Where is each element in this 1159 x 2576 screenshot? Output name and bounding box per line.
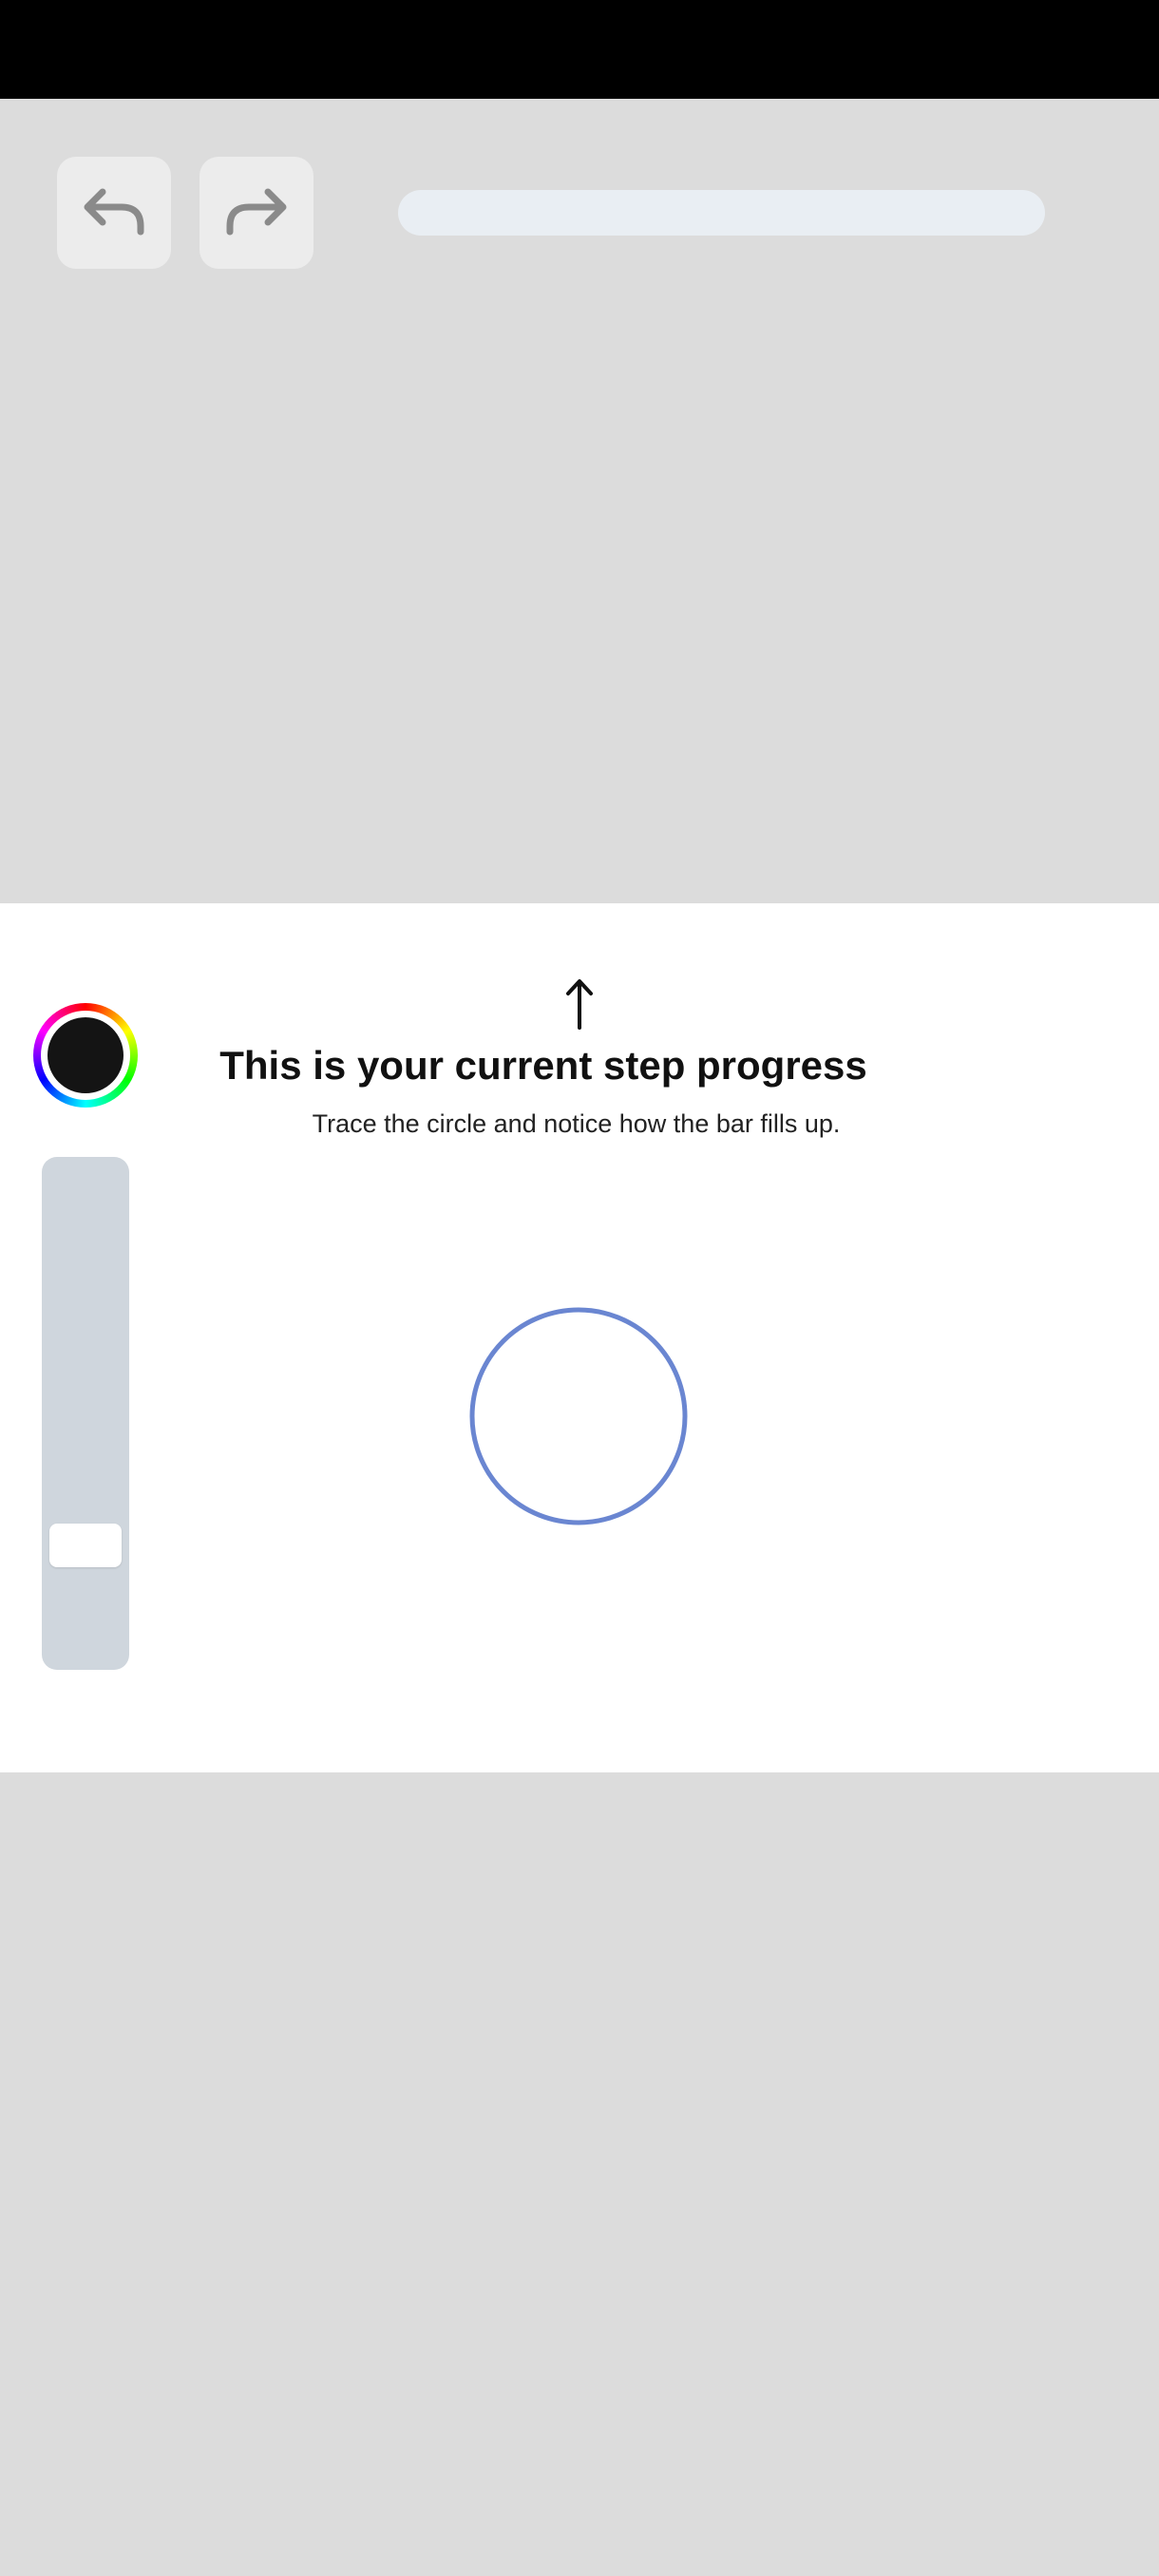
canvas-overlay-bottom bbox=[0, 1772, 1159, 2576]
tutorial-subtitle: Trace the circle and notice how the bar … bbox=[312, 1109, 841, 1138]
undo-button[interactable] bbox=[57, 157, 171, 269]
tutorial-title: This is your current step progress bbox=[219, 1043, 867, 1088]
up-arrow-icon bbox=[566, 979, 593, 1030]
slider-thumb[interactable] bbox=[49, 1523, 122, 1567]
undo-arrow-icon bbox=[84, 188, 144, 236]
status-bar bbox=[0, 0, 1159, 99]
redo-arrow-icon bbox=[226, 188, 287, 236]
trace-circle-target[interactable] bbox=[469, 1307, 688, 1525]
brush-size-slider[interactable] bbox=[42, 1157, 129, 1670]
redo-button[interactable] bbox=[200, 157, 314, 269]
step-progress-bar bbox=[398, 190, 1045, 236]
